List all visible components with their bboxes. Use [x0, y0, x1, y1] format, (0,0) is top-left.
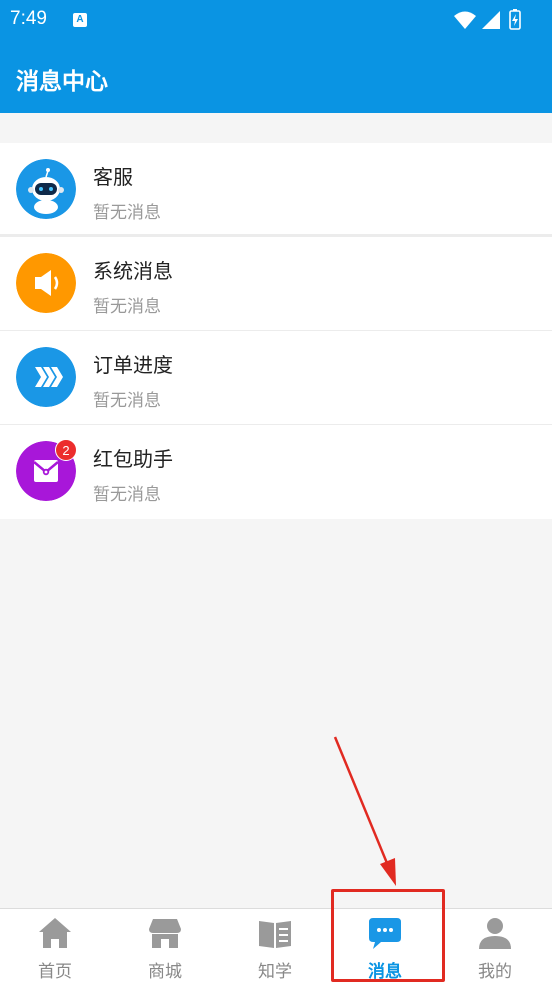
tab-label: 首页 — [38, 962, 72, 982]
item-preview: 暂无消息 — [93, 485, 161, 505]
list-item-customer-service[interactable]: 客服 暂无消息 — [0, 143, 552, 237]
item-title: 系统消息 — [93, 259, 173, 283]
tab-store[interactable]: 商城 — [110, 909, 220, 985]
item-preview: 暂无消息 — [93, 391, 161, 411]
unread-badge: 2 — [55, 439, 77, 461]
list-item-red-envelope-assistant[interactable]: 2 红包助手 暂无消息 — [0, 425, 552, 519]
system-status-icons — [454, 9, 521, 30]
item-preview: 暂无消息 — [93, 203, 161, 223]
item-preview: 暂无消息 — [93, 297, 161, 317]
tab-label: 消息 — [368, 962, 402, 982]
speaker-icon — [16, 253, 76, 313]
home-icon — [39, 918, 71, 948]
app-bar: 消息中心 — [0, 40, 552, 113]
tab-label: 商城 — [148, 962, 182, 982]
bottom-tab-bar: 首页 商城 知学 消息 我的 — [0, 908, 552, 985]
list-item-order-progress[interactable]: 订单进度 暂无消息 — [0, 331, 552, 425]
signal-icon — [482, 11, 500, 29]
status-time: 7:49 — [10, 8, 47, 29]
item-title: 红包助手 — [93, 447, 173, 471]
tab-learn[interactable]: 知学 — [220, 909, 330, 985]
wifi-icon — [454, 11, 476, 29]
progress-chevrons-icon — [16, 347, 76, 407]
chat-bubble-icon — [369, 918, 401, 949]
notification-a-icon: A — [73, 13, 87, 27]
robot-icon — [16, 159, 76, 219]
tab-profile[interactable]: 我的 — [440, 909, 550, 985]
page-title: 消息中心 — [16, 69, 108, 95]
tab-label: 知学 — [258, 962, 292, 982]
item-title: 订单进度 — [93, 353, 173, 377]
tab-messages[interactable]: 消息 — [330, 909, 440, 985]
book-icon — [259, 921, 291, 948]
status-bar: 7:49 A — [0, 0, 552, 40]
store-icon — [149, 919, 181, 948]
person-icon — [479, 918, 511, 949]
item-title: 客服 — [93, 165, 133, 189]
tab-home[interactable]: 首页 — [0, 909, 110, 985]
tab-label: 我的 — [478, 962, 512, 982]
list-item-system-messages[interactable]: 系统消息 暂无消息 — [0, 237, 552, 331]
message-list: 客服 暂无消息 系统消息 暂无消息 订单进度 暂无消息 2 红包助手 暂无消息 — [0, 143, 552, 519]
